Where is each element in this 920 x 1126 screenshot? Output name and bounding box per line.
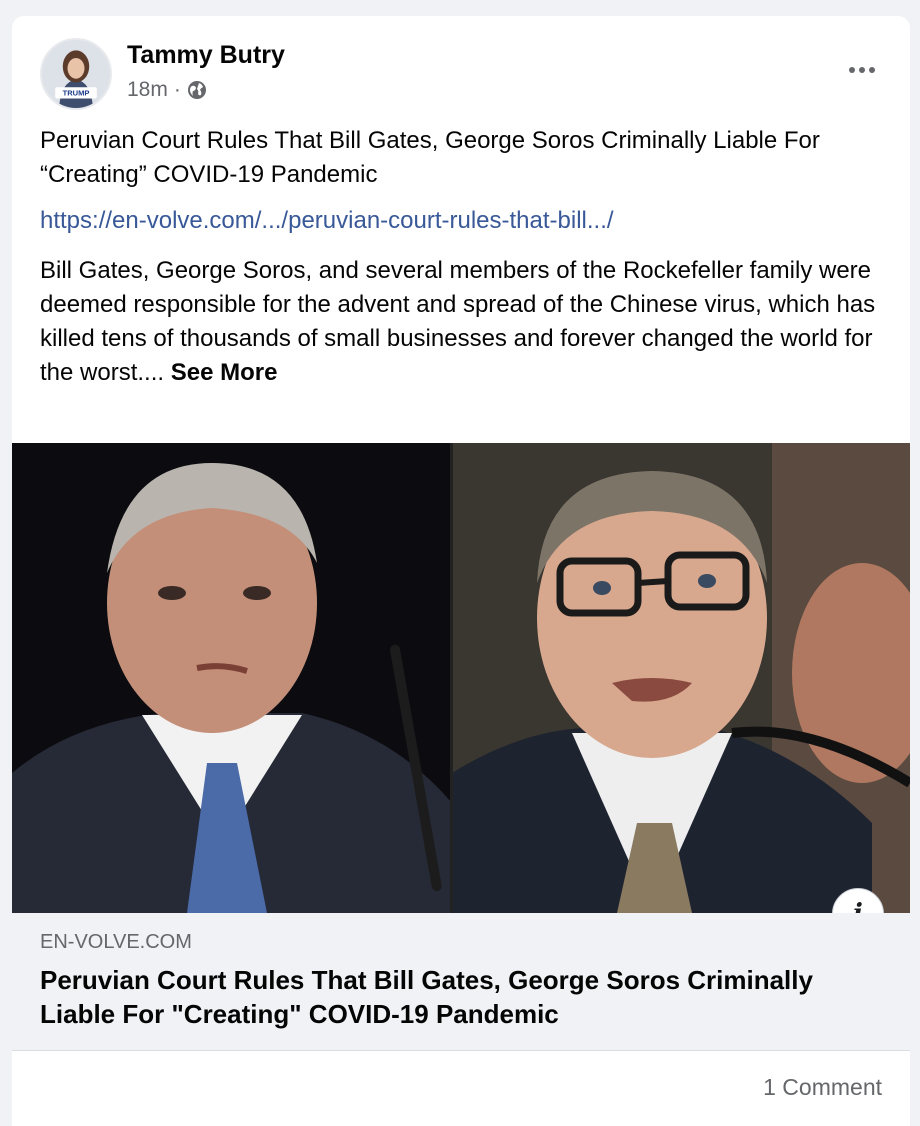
post-card: TRUMP Tammy Butry 18m · Peruvian Court R… [12,16,910,1126]
more-options-button[interactable] [842,60,882,80]
link-domain: EN-VOLVE.COM [40,931,192,953]
link-preview-image[interactable] [12,443,910,913]
meta-separator: · [173,78,181,101]
post-body-text: Bill Gates, George Soros, and several me… [40,257,876,386]
link-preview-footer[interactable]: EN-VOLVE.COM Peruvian Court Rules That B… [12,913,910,1051]
more-dot-icon [849,67,855,73]
avatar-image: TRUMP [42,40,110,108]
see-more-button[interactable]: See More [171,359,278,386]
more-dot-icon [859,67,865,73]
post-url-link[interactable]: https://en-volve.com/.../peruvian-court-… [40,204,890,238]
post-header: TRUMP Tammy Butry 18m · [40,38,890,118]
author-name[interactable]: Tammy Butry [127,41,285,70]
avatar[interactable]: TRUMP [40,38,112,110]
post-time[interactable]: 18m [127,78,168,102]
more-dot-icon [869,67,875,73]
post-headline: Peruvian Court Rules That Bill Gates, Ge… [40,127,820,188]
link-title[interactable]: Peruvian Court Rules That Bill Gates, Ge… [40,963,880,1031]
avatar-badge-text: TRUMP [63,89,90,98]
post-body: Bill Gates, George Soros, and several me… [40,254,890,390]
globe-icon[interactable] [187,80,207,100]
comments-count-link[interactable]: 1 Comment [763,1074,882,1101]
post-meta: 18m · [127,78,207,102]
